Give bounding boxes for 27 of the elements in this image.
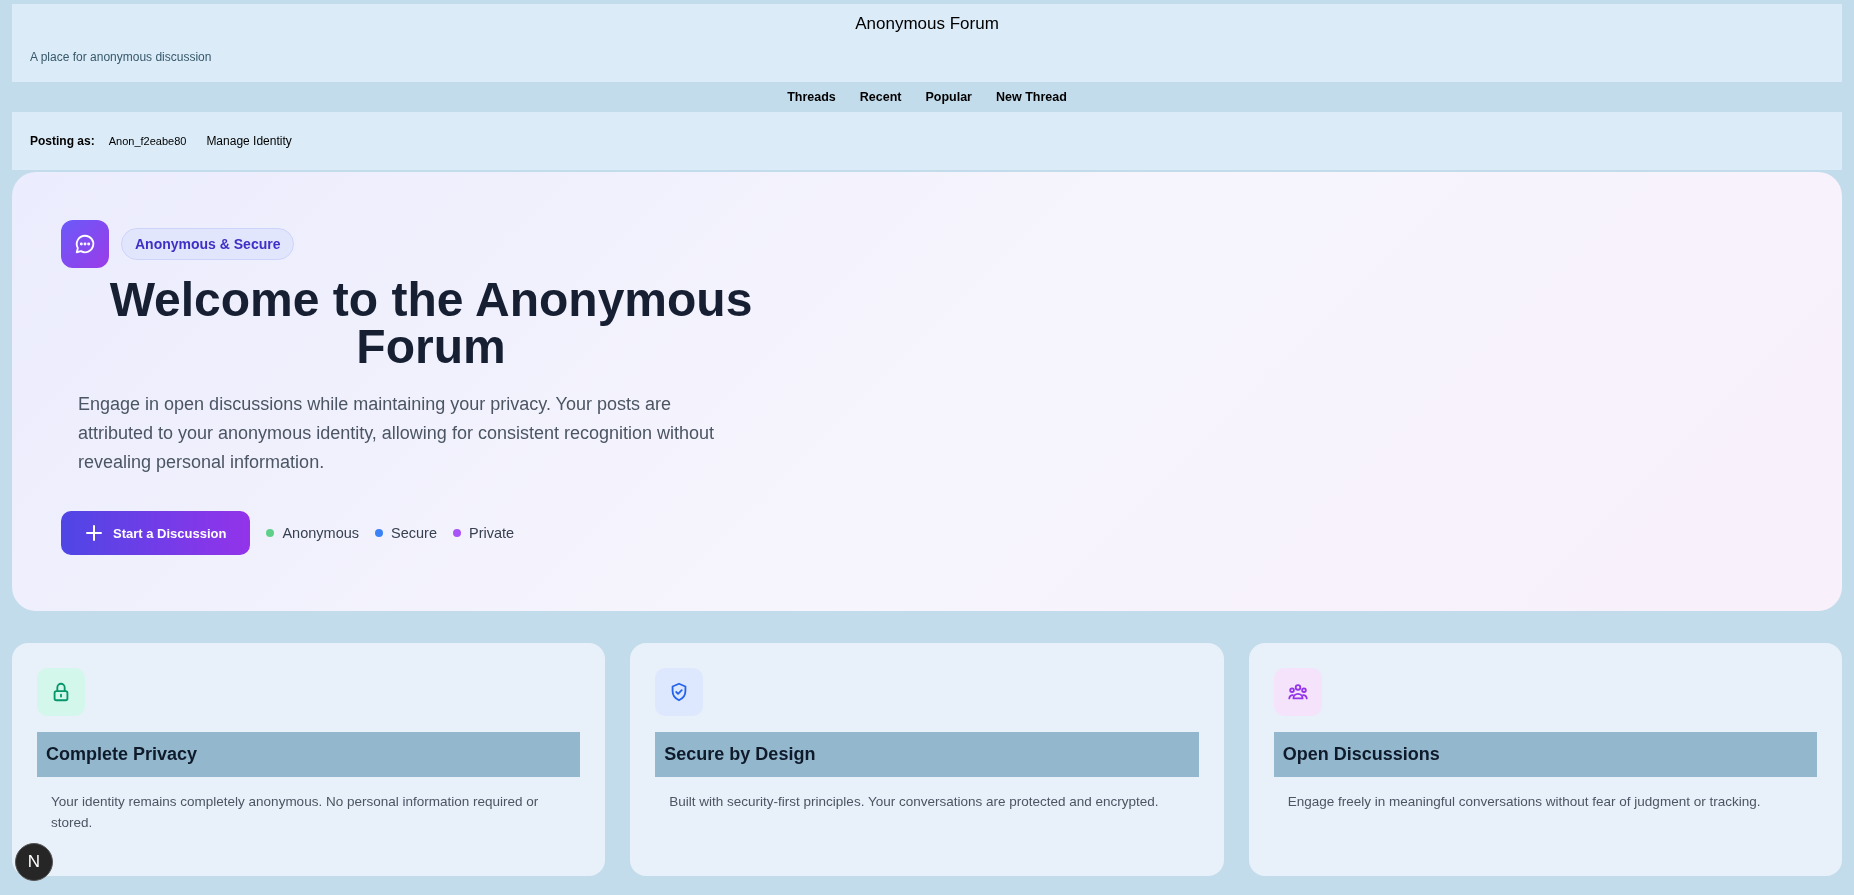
nav-link[interactable]: Recent	[859, 90, 902, 104]
posting-as-label: Posting as:	[30, 134, 95, 148]
nav-link[interactable]: Popular	[925, 90, 972, 104]
nav-link[interactable]: Threads	[787, 90, 836, 104]
feature-description: Your identity remains completely anonymous. No personal information required or stored.	[51, 793, 540, 832]
manage-identity-link[interactable]: Manage Identity	[206, 134, 292, 148]
people-icon	[1273, 668, 1322, 716]
tag-label: Private	[468, 525, 515, 541]
feature-title: Complete Privacy	[37, 732, 581, 777]
site-title: Anonymous Forum	[854, 14, 1000, 34]
feature-title: Secure by Design	[655, 732, 1199, 777]
tag-label: Anonymous	[282, 525, 359, 541]
plus-icon	[85, 524, 103, 542]
nav-link[interactable]: New Thread	[996, 90, 1067, 104]
chat-bubble-icon	[61, 220, 109, 268]
secure-badge: Anonymous & Secure	[121, 228, 295, 260]
feature-title: Open Discussions	[1273, 732, 1817, 777]
lock-icon	[37, 668, 85, 716]
feature-description: Built with security-first principles. Your conversations are protected and encrypted.	[669, 793, 1160, 811]
feature-description: Engage freely in meaningful conversations without fear of judgment or tracking.	[1287, 793, 1762, 811]
start-discussion-button[interactable]: Start a Discussion	[61, 511, 251, 555]
shield-check-icon	[655, 668, 704, 716]
identity-name: Anon_f2eabe80	[108, 135, 187, 147]
hero-heading: Welcome to the Anonymous Forum	[108, 276, 754, 370]
tag-label: Secure	[391, 525, 437, 541]
site-subtitle: A place for anonymous discussion	[30, 50, 213, 64]
hero-description: Engage in open discussions while maintaining your privacy. Your posts are attributed to your anonymous identity, allowing for consistent recognition without revealing personal information.	[78, 393, 716, 474]
